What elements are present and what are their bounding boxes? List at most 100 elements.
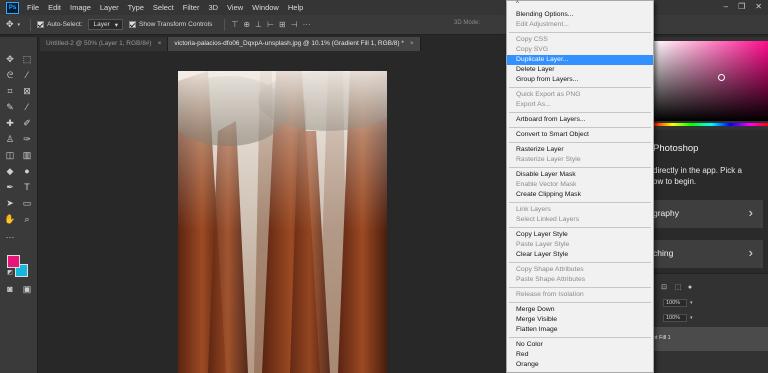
menu-item-convert-to-smart-object[interactable]: Convert to Smart Object [507,130,653,140]
menu-item-merge-down[interactable]: Merge Down [507,305,653,315]
align-middle-icon[interactable]: ⊕ [243,20,250,29]
lasso-tool-icon[interactable]: ᘓ [3,69,17,81]
menu-item-clear-layer-style[interactable]: Clear Layer Style [507,250,653,260]
dodge-tool-icon[interactable]: ● [20,165,34,177]
chevron-right-icon: › [748,245,753,260]
zoom-tool-icon[interactable]: ⌕ [20,213,34,225]
menu-item-artboard-from-layers[interactable]: Artboard from Layers... [507,115,653,125]
menu-view[interactable]: View [227,3,243,12]
tab-victoria-palacios[interactable]: victoria-palacios-dfo06_DqxpA-unsplash.j… [168,37,421,51]
menu-item-duplicate-layer[interactable]: Duplicate Layer... [507,55,653,65]
clone-stamp-icon[interactable]: ♙ [3,133,17,145]
gradient-tool-icon[interactable]: ▥ [20,149,34,161]
menu-item-disable-layer-mask[interactable]: Disable Layer Mask [507,170,653,180]
menu-item-orange[interactable]: Orange [507,360,653,370]
ruler-icon[interactable]: ⁄ [20,101,34,113]
menu-item-delete-layer[interactable]: Delete Layer [507,65,653,75]
align-left-icon[interactable]: ⊢ [267,20,274,29]
menu-item-flatten-image[interactable]: Flatten Image [507,325,653,335]
menu-item-blending-options[interactable]: Blending Options... [507,10,653,20]
transform-controls-checkbox[interactable] [129,21,137,28]
menu-item-copy-svg: Copy SVG [516,46,549,53]
menu-item-rasterize-layer[interactable]: Rasterize Layer [507,145,653,155]
menu-item-copy-shape-attributes: Copy Shape Attributes [516,266,584,273]
eraser-icon[interactable]: ◫ [3,149,17,161]
screen-mode-icon[interactable]: ▣ [20,283,34,295]
menu-edit[interactable]: Edit [48,3,61,12]
menu-item-no-color[interactable]: No Color [507,340,653,350]
opacity-field[interactable]: 100% [663,299,687,307]
menu-filter[interactable]: Filter [183,3,200,12]
magic-wand-icon[interactable]: ⁄ [20,69,34,81]
lock-position-icon[interactable]: ⊡ [657,282,671,294]
frame-tool-icon[interactable]: ⊠ [20,85,34,97]
close-icon[interactable]: × [158,40,162,47]
quick-mask-icon[interactable]: ◙ [3,283,17,295]
menu-item-group-from-layers[interactable]: Group from Layers... [507,75,653,85]
canvas-area[interactable] [39,51,505,373]
align-right-icon[interactable]: ⊣ [291,20,298,29]
minimize-icon[interactable]: – [724,2,728,11]
history-brush-icon[interactable]: ✑ [20,133,34,145]
transform-controls-label: Show Transform Controls [139,21,213,28]
chevron-down-icon[interactable]: ▾ [18,22,21,28]
hand-tool-icon[interactable]: ✋ [3,213,17,225]
restore-icon[interactable]: ❐ [738,2,745,11]
menu-window[interactable]: Window [252,3,279,12]
menu-separator [509,202,651,203]
menu-item-copy-layer-style[interactable]: Copy Layer Style [507,230,653,240]
close-icon[interactable]: × [410,40,414,47]
chevron-down-icon: ▾ [114,21,119,29]
chevron-down-icon[interactable]: ▾ [690,300,693,306]
auto-select-checkbox[interactable] [37,21,45,28]
color-field[interactable] [653,41,768,121]
color-picker-ring[interactable] [718,74,725,81]
tab-untitled-2[interactable]: Untitled-2 @ 50% (Layer 1, RGB/8#) × [40,37,169,51]
foreground-color-swatch[interactable] [7,255,20,268]
healing-brush-icon[interactable]: ✚ [3,117,17,129]
menu-3d[interactable]: 3D [208,3,218,12]
lock-all-icon[interactable]: ● [683,282,697,294]
menu-separator [509,227,651,228]
layer-row-gradient-fill[interactable]: nt Fill 1 [653,327,768,351]
fill-field[interactable]: 100% [663,314,687,322]
menu-type[interactable]: Type [128,3,144,12]
menu-item-quick-export-as-png: Quick Export as PNG [516,91,581,98]
default-colors-icon[interactable]: ◩ [3,267,17,279]
menu-layer[interactable]: Layer [100,3,119,12]
align-center-icon[interactable]: ⊞ [279,20,286,29]
learn-card-retouching[interactable]: ching › [653,240,763,268]
menu-file[interactable]: File [27,3,39,12]
auto-select-dropdown[interactable]: Layer ▾ [88,19,124,30]
menu-select[interactable]: Select [153,3,174,12]
learn-card-photography[interactable]: graphy › [653,200,763,228]
path-select-icon[interactable]: ➤ [3,197,17,209]
more-tools-icon[interactable]: ··· [3,231,17,243]
hue-slider[interactable] [653,123,768,126]
menu-image[interactable]: Image [70,3,91,12]
more-options-icon[interactable]: ··· [303,20,311,29]
layers-panel: ⊡ ⬚ ● 100% ▾ 100% ▾ nt Fill 1 [653,273,768,373]
pen-tool-icon[interactable]: ✒ [3,181,17,193]
menu-item-red[interactable]: Red [507,350,653,360]
eyedropper-icon[interactable]: ✎ [3,101,17,113]
menu-item-merge-visible[interactable]: Merge Visible [507,315,653,325]
scroll-up-icon[interactable]: ^ [516,1,519,7]
redwood-trees-image [178,71,387,373]
align-bottom-icon[interactable]: ⊥ [255,20,262,29]
crop-tool-icon[interactable]: ⌗ [3,85,17,97]
rectangle-tool-icon[interactable]: ▭ [20,197,34,209]
move-tool-icon[interactable]: ✥ [6,19,14,30]
menu-item-create-clipping-mask[interactable]: Create Clipping Mask [507,190,653,200]
artboard-tool-icon[interactable]: ⬚ [20,53,34,65]
align-top-icon[interactable]: ⊤ [231,20,238,29]
close-icon[interactable]: ✕ [755,2,762,11]
blur-tool-icon[interactable]: ◆ [3,165,17,177]
align-buttons: ⊤ ⊕ ⊥ ⊢ ⊞ ⊣ ··· [231,20,310,29]
layer-name: nt Fill 1 [653,335,671,341]
type-tool-icon[interactable]: T [20,181,34,193]
brush-tool-icon[interactable]: ✐ [20,117,34,129]
chevron-down-icon[interactable]: ▾ [690,315,693,321]
move-tool-icon[interactable]: ✥ [3,53,17,65]
menu-help[interactable]: Help [288,3,303,12]
